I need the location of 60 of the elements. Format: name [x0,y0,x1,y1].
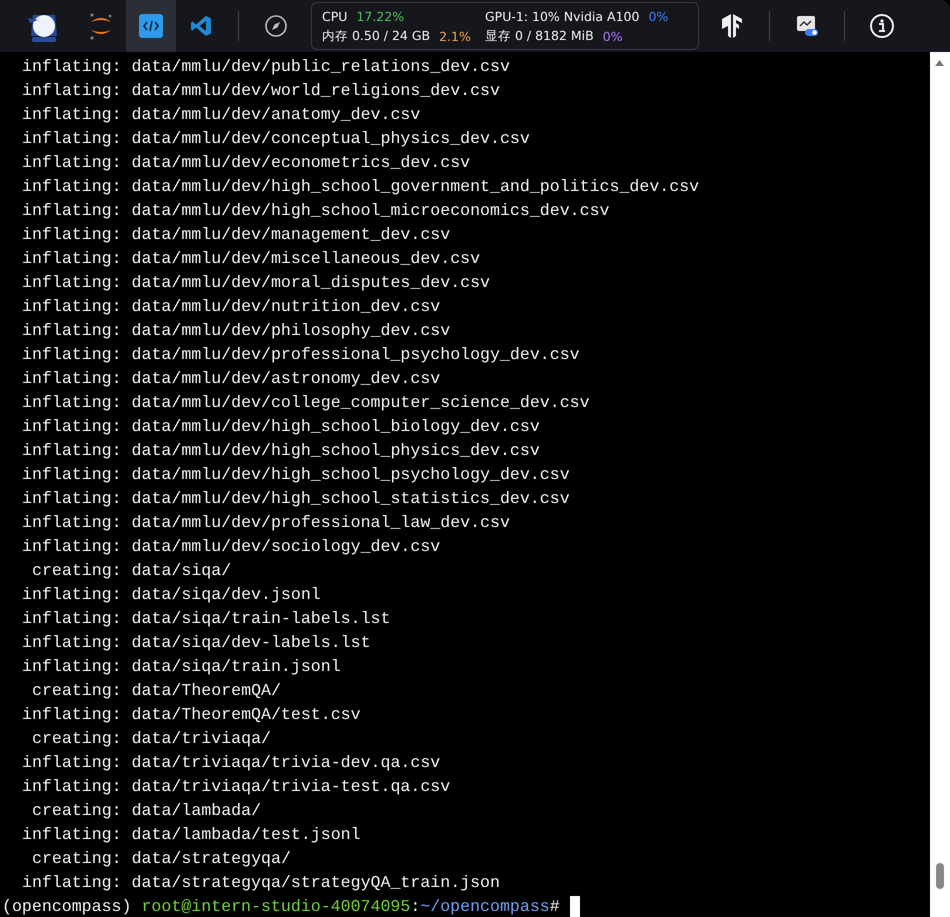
output-line: inflating: data/triviaqa/trivia-test.qa.csv [22,776,450,798]
output-line: inflating: data/mmlu/dev/miscellaneous_dev.csv [22,248,480,270]
output-line: inflating: data/mmlu/dev/anatomy_dev.csv [22,104,420,126]
output-line: inflating: data/siqa/train-labels.lst [22,608,390,630]
output-line: inflating: data/mmlu/dev/professional_psychology_dev.csv [22,344,580,366]
output-line: inflating: data/mmlu/dev/management_dev.csv [22,224,450,246]
output-line: inflating: data/mmlu/dev/public_relations_dev.csv [22,56,510,78]
output-line: creating: data/siqa/ [32,560,232,582]
stat-label: 内存 0.50 / 24 GB [322,28,430,44]
cursor [570,896,580,917]
stat-label: GPU-1: 10% Nvidia A100 [485,8,640,24]
output-line: inflating: data/mmlu/dev/conceptual_physics_dev.csv [22,128,530,150]
output-line: inflating: data/mmlu/dev/econometrics_dev.csv [22,152,470,174]
output-line: creating: data/strategyqa/ [32,848,291,870]
scroll-thumb[interactable] [936,863,944,889]
prompt-symbol: # [550,896,560,917]
output-line: inflating: data/mmlu/dev/high_school_psychology_dev.csv [22,464,570,486]
output-line: inflating: data/mmlu/dev/moral_disputes_dev.csv [22,272,490,294]
tensorflow-icon [721,14,743,38]
stat-label: 显存 0 / 8182 MiB [485,28,594,44]
stat-percent: 0% [602,28,623,44]
output-line: inflating: data/lambada/test.jsonl [22,824,361,846]
output-line: inflating: data/siqa/dev.jsonl [22,584,321,606]
scroll-up-icon[interactable] [935,60,944,66]
output-line: inflating: data/mmlu/dev/high_school_microeconomics_dev.csv [22,200,610,222]
output-line: inflating: data/siqa/dev-labels.lst [22,632,371,654]
output-line: inflating: data/mmlu/dev/nutrition_dev.csv [22,296,440,318]
output-line: creating: data/triviaqa/ [32,728,271,750]
output-line: inflating: data/triviaqa/trivia-dev.qa.csv [22,752,440,774]
output-line: inflating: data/mmlu/dev/high_school_statistics_dev.csv [22,488,570,510]
output-line: inflating: data/TheoremQA/test.csv [22,704,361,726]
info-icon [869,13,895,39]
env-name: (opencompass) [2,896,132,917]
output-line: inflating: data/strategyqa/strategyQA_train.json [22,872,500,894]
output-line: inflating: data/mmlu/dev/sociology_dev.csv [22,536,440,558]
code-icon [139,14,163,38]
output-line: inflating: data/mmlu/dev/high_school_biology_dev.csv [22,416,540,438]
output-line: inflating: data/mmlu/dev/philosophy_dev.csv [22,320,450,342]
output-line: inflating: data/siqa/train.jsonl [22,656,341,678]
compass-icon [264,14,288,38]
output-line: creating: data/TheoremQA/ [32,680,281,702]
stat-percent: 17.22% [356,8,404,24]
code-button[interactable] [126,0,176,52]
output-line: inflating: data/mmlu/dev/astronomy_dev.csv [22,368,440,390]
monitor-toggle-icon [795,14,819,38]
prompt-separator: : [410,896,420,917]
output-line: inflating: data/mmlu/dev/high_school_physics_dev.csv [22,440,540,462]
jupyter-icon [88,11,114,41]
output-line: inflating: data/mmlu/dev/high_school_government_and_politics_dev.csv [22,176,700,198]
stat-percent: 0% [648,8,668,24]
user-host: root@intern-studio-40074095 [141,896,410,917]
vscode-icon [190,15,212,37]
output-line: inflating: data/mmlu/dev/college_computer_science_dev.csv [22,392,590,414]
output-line: inflating: data/mmlu/dev/world_religions_dev.csv [22,80,500,102]
output-line: inflating: data/mmlu/dev/professional_law_dev.csv [22,512,510,534]
working-directory: ~/opencompass [420,896,550,917]
output-line: creating: data/lambada/ [32,800,262,822]
stat-label: CPU [322,8,348,24]
stat-percent: 2.1% [439,28,471,44]
scrollbar[interactable] [930,52,950,917]
